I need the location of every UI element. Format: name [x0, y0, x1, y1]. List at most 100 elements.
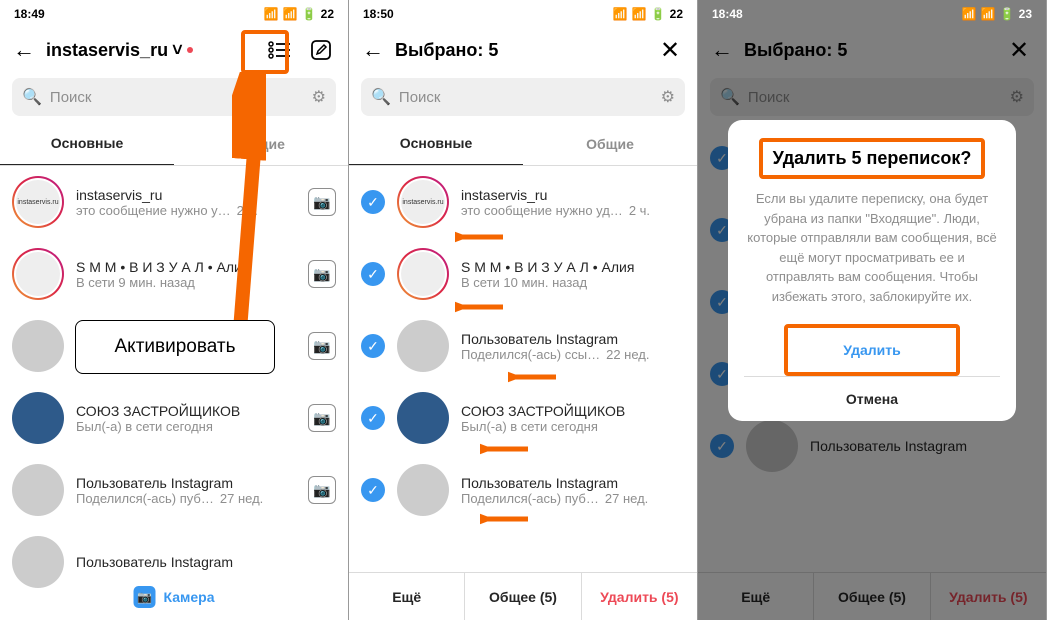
- callout-label: Активировать: [75, 320, 275, 374]
- battery-icon: 🔋: [651, 7, 666, 21]
- checkbox-checked[interactable]: ✓: [361, 478, 385, 502]
- action-general[interactable]: Общее (5): [465, 573, 581, 620]
- action-general: Общее (5): [814, 573, 930, 620]
- notification-dot: [187, 47, 193, 53]
- tabs: Основные Общие: [349, 122, 697, 166]
- arrow-annotation: [508, 370, 558, 384]
- wifi-icon: 📶: [632, 7, 647, 21]
- header: ← Выбрано: 5 ✕: [698, 28, 1046, 72]
- camera-button[interactable]: 📷 Камера: [122, 580, 227, 614]
- action-more: Ещё: [698, 573, 814, 620]
- search-bar: 🔍Поиск⚙: [710, 78, 1034, 116]
- avatar[interactable]: instaservis.ru: [397, 176, 449, 228]
- back-icon[interactable]: ←: [359, 36, 387, 64]
- checkbox-checked[interactable]: ✓: [361, 406, 385, 430]
- arrow-annotation: [232, 72, 266, 332]
- status-icons: 📶 📶 🔋 22: [264, 7, 334, 21]
- chat-row[interactable]: ✓ instaservis.ru instaservis_ruэто сообщ…: [349, 166, 697, 238]
- chat-row[interactable]: ✓ S M M • В И З У А Л • АлияВ сети 10 ми…: [349, 238, 697, 310]
- signal-icon: 📶: [613, 7, 628, 21]
- search-bar[interactable]: 🔍 Поиск ⚙: [361, 78, 685, 116]
- camera-icon[interactable]: 📷: [308, 188, 336, 216]
- status-bar: 18:49 📶 📶 🔋 22: [0, 0, 348, 28]
- chat-list: instaservis.ru instaservis_ru это сообще…: [0, 166, 348, 598]
- search-icon: 🔍: [720, 87, 740, 107]
- avatar[interactable]: [12, 536, 64, 588]
- close-icon: ✕: [1002, 33, 1036, 67]
- avatar[interactable]: [12, 248, 64, 300]
- chat-row[interactable]: S M M • В И З У А Л • Алия В сети 9 мин.…: [0, 238, 348, 310]
- arrow-annotation: [455, 230, 505, 244]
- arrow-annotation: [480, 512, 530, 526]
- highlight-list-icon: [241, 30, 289, 74]
- tab-primary[interactable]: Основные: [0, 122, 174, 165]
- tab-primary[interactable]: Основные: [349, 122, 523, 165]
- bottom-actions: Ещё Общее (5) Удалить (5): [349, 572, 697, 620]
- status-bar: 18:48 📶📶🔋23: [698, 0, 1046, 28]
- page-title: Выбрано: 5: [744, 40, 994, 61]
- checkbox-checked[interactable]: ✓: [361, 262, 385, 286]
- search-bar[interactable]: 🔍 Поиск ⚙: [12, 78, 336, 116]
- status-time: 18:48: [712, 7, 743, 21]
- compose-icon[interactable]: [304, 33, 338, 67]
- modal-text: Если вы удалите переписку, она будет убр…: [744, 189, 1000, 306]
- camera-icon[interactable]: 📷: [308, 332, 336, 360]
- avatar[interactable]: [397, 464, 449, 516]
- status-time: 18:49: [14, 7, 45, 21]
- confirm-modal: Удалить 5 переписок? Если вы удалите пер…: [728, 120, 1016, 421]
- avatar[interactable]: [12, 464, 64, 516]
- camera-icon[interactable]: 📷: [308, 260, 336, 288]
- action-more[interactable]: Ещё: [349, 573, 465, 620]
- action-delete[interactable]: Удалить (5): [582, 573, 697, 620]
- modal-title: Удалить 5 переписок?: [763, 142, 982, 175]
- avatar[interactable]: [12, 392, 64, 444]
- screen-3: 18:48 📶📶🔋23 ← Выбрано: 5 ✕ 🔍Поиск⚙ ✓ ✓ ✓…: [698, 0, 1047, 620]
- screen-1: 18:49 📶 📶 🔋 22 ← instaservis_ru ˅ 🔍 Поис…: [0, 0, 349, 620]
- filter-icon[interactable]: ⚙: [661, 87, 675, 107]
- avatar[interactable]: [12, 320, 64, 372]
- arrow-annotation: [455, 300, 505, 314]
- battery-icon: 🔋: [1000, 7, 1015, 21]
- filter-icon: ⚙: [1010, 87, 1024, 107]
- modal-cancel-button[interactable]: Отмена: [744, 376, 1000, 421]
- tab-general[interactable]: Общие: [523, 122, 697, 165]
- page-title: Выбрано: 5: [395, 40, 645, 61]
- chat-row[interactable]: Пользователь Instagram Поделился(-ась) п…: [0, 454, 348, 526]
- header: ← Выбрано: 5 ✕: [349, 28, 697, 72]
- back-icon: ←: [708, 36, 736, 64]
- chat-row[interactable]: СОЮЗ ЗАСТРОЙЩИКОВ Был(-а) в сети сегодня…: [0, 382, 348, 454]
- camera-icon[interactable]: 📷: [308, 404, 336, 432]
- modal-delete-button[interactable]: Удалить: [788, 328, 956, 372]
- highlight-delete-btn: Удалить: [784, 324, 960, 376]
- page-title[interactable]: instaservis_ru ˅: [46, 40, 254, 61]
- back-icon[interactable]: ←: [10, 36, 38, 64]
- camera-icon[interactable]: 📷: [308, 476, 336, 504]
- checkbox-checked[interactable]: ✓: [361, 334, 385, 358]
- close-icon[interactable]: ✕: [653, 33, 687, 67]
- status-time: 18:50: [363, 7, 394, 21]
- filter-icon[interactable]: ⚙: [312, 87, 326, 107]
- screen-2: 18:50 📶📶🔋22 ← Выбрано: 5 ✕ 🔍 Поиск ⚙ Осн…: [349, 0, 698, 620]
- search-icon: 🔍: [371, 87, 391, 107]
- avatar[interactable]: instaservis.ru: [12, 176, 64, 228]
- camera-fill-icon: 📷: [134, 586, 156, 608]
- header: ← instaservis_ru ˅: [0, 28, 348, 72]
- battery-icon: 🔋: [302, 7, 317, 21]
- arrow-annotation: [480, 442, 530, 456]
- highlight-modal-title: Удалить 5 переписок?: [759, 138, 986, 179]
- search-placeholder: Поиск: [50, 89, 92, 106]
- status-bar: 18:50 📶📶🔋22: [349, 0, 697, 28]
- wifi-icon: 📶: [283, 7, 298, 21]
- avatar[interactable]: [397, 320, 449, 372]
- avatar[interactable]: [397, 392, 449, 444]
- checkbox-checked[interactable]: ✓: [361, 190, 385, 214]
- signal-icon: 📶: [962, 7, 977, 21]
- tabs: Основные Общие: [0, 122, 348, 166]
- battery-pct: 22: [321, 7, 334, 21]
- avatar[interactable]: [397, 248, 449, 300]
- signal-icon: 📶: [264, 7, 279, 21]
- chat-row[interactable]: instaservis.ru instaservis_ru это сообще…: [0, 166, 348, 238]
- action-delete: Удалить (5): [931, 573, 1046, 620]
- bottom-actions: Ещё Общее (5) Удалить (5): [698, 572, 1046, 620]
- checkbox-checked: ✓: [710, 434, 734, 458]
